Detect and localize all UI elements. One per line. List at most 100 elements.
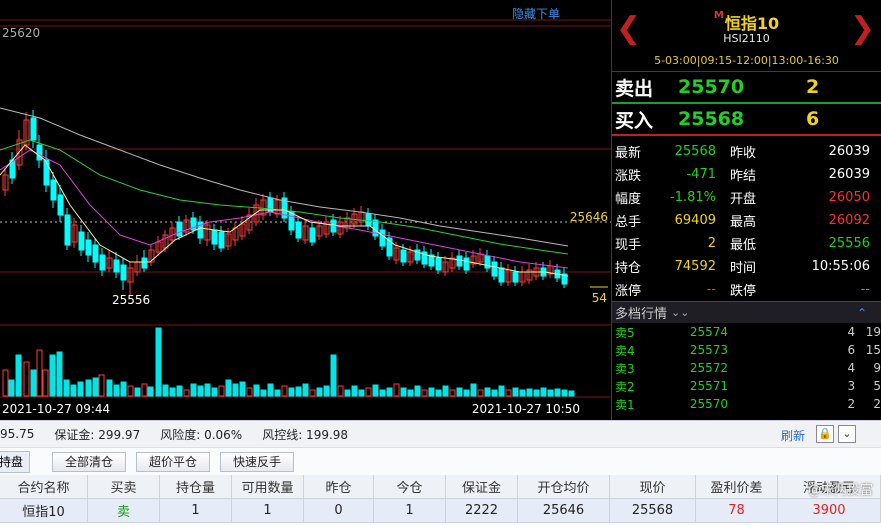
tab-positions[interactable]: 持盘 — [0, 450, 31, 473]
volume-bar — [407, 389, 414, 397]
volume-bar — [505, 389, 512, 397]
lock-icon[interactable]: 🔒 — [816, 425, 834, 443]
depth-level: 卖1 — [615, 397, 635, 412]
table-row[interactable]: 恒指10 卖 1 1 0 1 2222 25646 25568 78 3900 — [0, 499, 881, 523]
stat-label: 涨停 — [615, 284, 642, 299]
quick-reverse-button[interactable]: 快速反手 — [220, 451, 295, 472]
volume-bar — [526, 388, 533, 397]
volume-bar — [85, 379, 92, 397]
column-header[interactable]: 现价 — [610, 475, 696, 498]
depth-row[interactable]: 卖2 25571 3 5 — [612, 377, 881, 395]
candle-body — [400, 249, 407, 263]
volume-bar — [15, 354, 22, 397]
sell-quote-row[interactable]: 卖出 25570 2 — [612, 72, 881, 102]
stat-value: -1.81% — [670, 190, 716, 205]
volume-bar — [232, 383, 239, 397]
volume-bar — [435, 389, 442, 397]
refresh-link[interactable]: 刷新 — [781, 427, 805, 444]
volume-bar — [211, 387, 218, 397]
position-toolbar: 持盘 全部清仓 超价平仓 快速反手 — [0, 447, 881, 475]
depth-count: 5 — [873, 379, 881, 393]
volume-bar — [23, 361, 30, 397]
volume-bar — [351, 385, 358, 397]
next-instrument-icon[interactable]: ❯ — [850, 14, 875, 44]
volume-bar — [519, 389, 526, 397]
column-header[interactable]: 持仓量 — [160, 475, 232, 498]
double-chevron-down-icon[interactable]: ⌄⌄ — [671, 306, 689, 319]
stat-row: 幅度 -1.81% 开盘 26050 — [612, 186, 881, 209]
column-header[interactable]: 买卖 — [88, 475, 160, 498]
volume-bar — [365, 387, 372, 397]
column-header[interactable]: 昨仓 — [304, 475, 374, 498]
column-header[interactable]: 开仓均价 — [518, 475, 610, 498]
column-header[interactable]: 盈利价差 — [696, 475, 778, 498]
candle-body — [295, 221, 302, 239]
candle-body — [57, 194, 64, 216]
stat-label: 开盘 — [730, 192, 757, 207]
depth-row[interactable]: 卖1 25570 2 2 — [612, 395, 881, 413]
volume-bar — [428, 387, 435, 397]
low-price-label: 25556 — [112, 293, 150, 307]
stat-row: 涨停 -- 跌停 -- — [612, 278, 881, 301]
stat-row: 最新 25568 昨收 26039 — [612, 140, 881, 163]
candle-body — [78, 231, 85, 251]
kline-chart[interactable]: 25620 25646 25556 54 2021-10-27 09:44 2021-10… — [0, 0, 611, 420]
depth-volume: 3 — [847, 379, 856, 393]
stat-row: 总手 69409 最高 26092 — [612, 209, 881, 232]
candle-body — [456, 255, 463, 267]
positions-table: 合约名称 买卖 持仓量 可用数量 昨仓 今仓 保证金 开仓均价 现价 盈利价差 浮动盈亏 恒指10 卖… — [0, 475, 881, 527]
volume-bar — [106, 379, 113, 397]
close-all-button[interactable]: 全部清仓 — [52, 451, 127, 472]
over-price-close-button[interactable]: 超价平仓 — [136, 451, 211, 472]
instrument-header: ❮ M恒指10 HSI2110 5-03:00|09:15-12:00|13:0… — [612, 0, 881, 72]
volume-bar — [547, 389, 554, 397]
column-header[interactable]: 合约名称 — [0, 475, 88, 498]
volume-bar — [204, 383, 211, 397]
column-header[interactable]: 可用数量 — [232, 475, 304, 498]
volume-bar — [246, 387, 253, 397]
volume-bar — [56, 351, 63, 397]
stat-label: 涨跌 — [615, 169, 642, 184]
volume-bar — [414, 385, 421, 397]
depth-price: 25574 — [689, 325, 729, 339]
price-axis-label: 25620 — [2, 26, 40, 40]
stat-value: -- — [706, 282, 716, 297]
volume-bar — [77, 381, 84, 397]
volume-bar — [274, 389, 281, 397]
depth-row[interactable]: 卖3 25572 4 9 — [612, 359, 881, 377]
candle-body — [141, 257, 148, 269]
stat-label: 昨结 — [730, 169, 757, 184]
buy-price: 25568 — [678, 108, 745, 130]
volume-bar — [260, 389, 267, 397]
collapse-icon[interactable]: ⌄ — [838, 425, 856, 443]
stat-value: 10:55:06 — [811, 259, 870, 274]
volume-bar — [470, 383, 477, 397]
volume-bar — [36, 349, 43, 397]
volume-bar — [8, 379, 15, 397]
candle-body — [211, 229, 218, 245]
candle-body — [288, 211, 295, 231]
column-header[interactable]: 今仓 — [374, 475, 446, 498]
column-header[interactable]: 保证金 — [446, 475, 518, 498]
depth-header[interactable]: 多档行情 ⌄⌄ ⌃ — [612, 301, 881, 323]
volume-bar — [2, 369, 9, 397]
volume-bar — [190, 383, 197, 397]
depth-volume: 4 — [847, 325, 856, 339]
stat-label: 最低 — [730, 238, 757, 253]
volume-bar — [92, 377, 99, 397]
chevron-up-icon[interactable]: ⌃ — [857, 306, 867, 320]
hide-order-link[interactable]: 隐藏下单 — [512, 5, 560, 22]
sell-label: 卖出 — [615, 77, 654, 100]
table-cell: 3900 — [778, 499, 881, 522]
depth-row[interactable]: 卖5 25574 4 19 — [612, 323, 881, 341]
sell-price: 25570 — [678, 76, 745, 98]
candle-body — [50, 179, 57, 201]
stat-label: 幅度 — [615, 192, 642, 207]
buy-quote-row[interactable]: 买入 25568 6 — [612, 104, 881, 134]
candle-body — [176, 221, 183, 237]
volume-bar — [561, 389, 568, 397]
volume-bar — [540, 387, 547, 397]
depth-row[interactable]: 卖4 25573 6 15 — [612, 341, 881, 359]
candle-body — [365, 213, 372, 227]
volume-bar — [267, 383, 274, 397]
